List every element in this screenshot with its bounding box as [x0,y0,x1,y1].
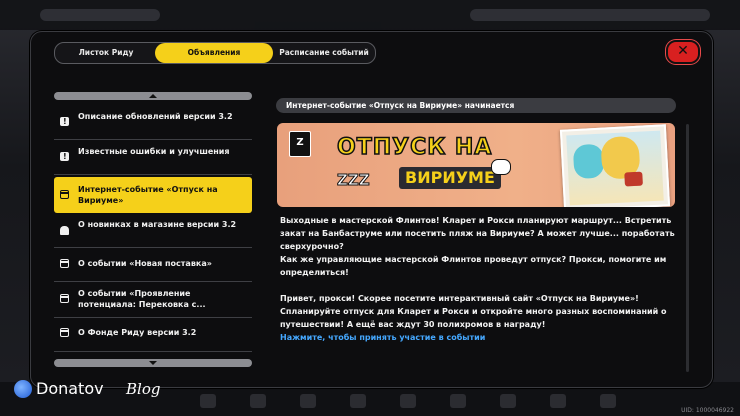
event-banner: Z ОТПУСК НА ZZZ ВИРИУМЕ [277,123,675,207]
banner-title-line1: ОТПУСК НА [336,134,493,161]
list-item-potential-event[interactable]: О событии «Проявление потенциала: Переко… [54,281,252,318]
calendar-icon [60,294,69,303]
event-participation-link[interactable]: Нажмите, чтобы принять участие в событии [280,331,680,344]
list-item-update-notes[interactable]: Описание обновлений версии 3.2 [54,105,252,140]
banner-title-line2: ZZZ ВИРИУМЕ [337,167,501,191]
close-icon: ✕ [677,43,689,59]
bell-icon [60,226,69,235]
calendar-icon [60,190,69,199]
notice-icon [60,151,69,162]
watermark: Donatov Blog [14,378,184,402]
calendar-icon [60,259,69,268]
article-body: Выходные в мастерской Флинтов! Кларет и … [280,214,680,344]
list-scroll-down[interactable] [54,359,252,367]
tab-event-schedule[interactable]: Расписание событий [273,43,375,63]
list-item-new-delivery[interactable]: О событии «Новая поставка» [54,247,252,282]
notice-icon [60,116,69,127]
tab-bar: Листок Риду Объявления Расписание событи… [54,42,376,64]
article-paragraph: Привет, прокси! Скорее посетите интеракт… [280,294,667,329]
list-item-shop-news[interactable]: О новинках в магазине версии 3.2 [54,213,252,248]
article-scrollbar[interactable] [686,124,689,372]
donatov-logo-icon [14,380,32,398]
list-item-virium-vacation[interactable]: Интернет-событие «Отпуск на Вириуме» [54,177,252,213]
calendar-icon [60,328,69,337]
banner-photo [559,124,671,207]
article-paragraph: Выходные в мастерской Флинтов! Кларет и … [280,216,675,251]
article-paragraph: Как же управляющие мастерской Флинтов пр… [280,255,667,277]
article-title: Интернет-событие «Отпуск на Вириуме» нач… [276,98,676,113]
uid-label: UID: 1000046922 [681,407,734,414]
tab-ridu-sheet[interactable]: Листок Риду [55,43,157,63]
announcement-list: Описание обновлений версии 3.2 Известные… [54,91,252,363]
list-item-ridu-fund[interactable]: О Фонде Риду версии 3.2 [54,317,252,352]
close-button[interactable]: ✕ [666,40,700,64]
announcements-panel: Листок Риду Объявления Расписание событи… [30,31,713,388]
list-item-known-issues[interactable]: Известные ошибки и улучшения [54,139,252,175]
heart-bubble-icon [491,159,511,175]
zzz-logo: Z [289,131,311,157]
tab-announcements[interactable]: Объявления [155,43,273,63]
top-status-bar [0,0,740,30]
